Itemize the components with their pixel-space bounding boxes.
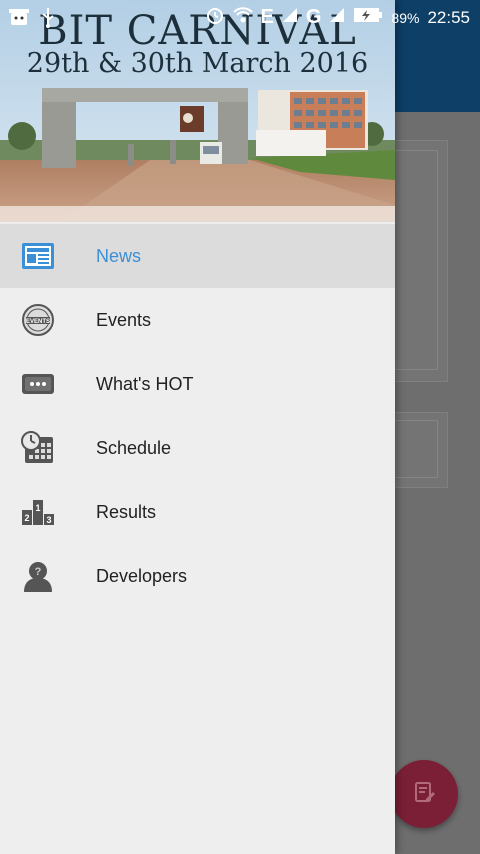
navigation-drawer: BIT CARNIVAL 29th & 30th March 2016 News — [0, 0, 395, 854]
events-badge-icon: EVENTS — [20, 304, 56, 336]
clock-time: 22:55 — [427, 7, 470, 27]
alarm-icon — [205, 5, 225, 30]
menu-item-label: Schedule — [96, 438, 172, 458]
svg-text:1: 1 — [35, 503, 40, 513]
edit-note-icon — [410, 778, 438, 811]
menu-item-schedule[interactable]: Schedule — [0, 416, 395, 480]
svg-text:?: ? — [35, 566, 42, 578]
menu-item-label: Events — [96, 310, 152, 330]
network-type-1: E — [260, 6, 274, 28]
svg-text:2: 2 — [24, 513, 29, 523]
battery-charging-icon — [353, 6, 383, 29]
user-question-icon: ? — [20, 560, 56, 592]
status-bar: E G 89% 22:55 — [0, 0, 480, 34]
drawer-menu: News EVENTS Events What's HOT Schedule 2… — [0, 224, 395, 608]
compose-fab-button[interactable] — [390, 760, 458, 828]
calendar-clock-icon — [20, 431, 56, 464]
android-debug-icon — [8, 7, 30, 32]
menu-item-label: Results — [96, 502, 157, 522]
menu-item-results[interactable]: 2 1 3 Results — [0, 480, 395, 544]
menu-item-whats-hot[interactable]: What's HOT — [0, 352, 395, 416]
menu-item-label: What's HOT — [96, 374, 194, 394]
menu-item-label: Developers — [96, 566, 188, 586]
menu-item-label: News — [96, 246, 142, 266]
menu-item-news[interactable]: News — [0, 224, 395, 288]
svg-text:3: 3 — [46, 515, 51, 525]
network-type-2: G — [305, 6, 322, 28]
signal-icon — [282, 7, 298, 28]
ticket-dots-icon — [20, 368, 56, 400]
usb-icon — [40, 6, 56, 33]
podium-icon: 2 1 3 — [20, 496, 56, 528]
newspaper-icon — [20, 240, 56, 272]
signal-icon — [329, 7, 345, 28]
wifi-icon — [232, 6, 253, 29]
banner-subtitle: 29th & 30th March 2016 — [26, 48, 369, 79]
menu-item-developers[interactable]: ? Developers — [0, 544, 395, 608]
battery-percent: 89% — [391, 9, 420, 26]
menu-item-events[interactable]: EVENTS Events — [0, 288, 395, 352]
svg-text:EVENTS: EVENTS — [26, 319, 50, 325]
